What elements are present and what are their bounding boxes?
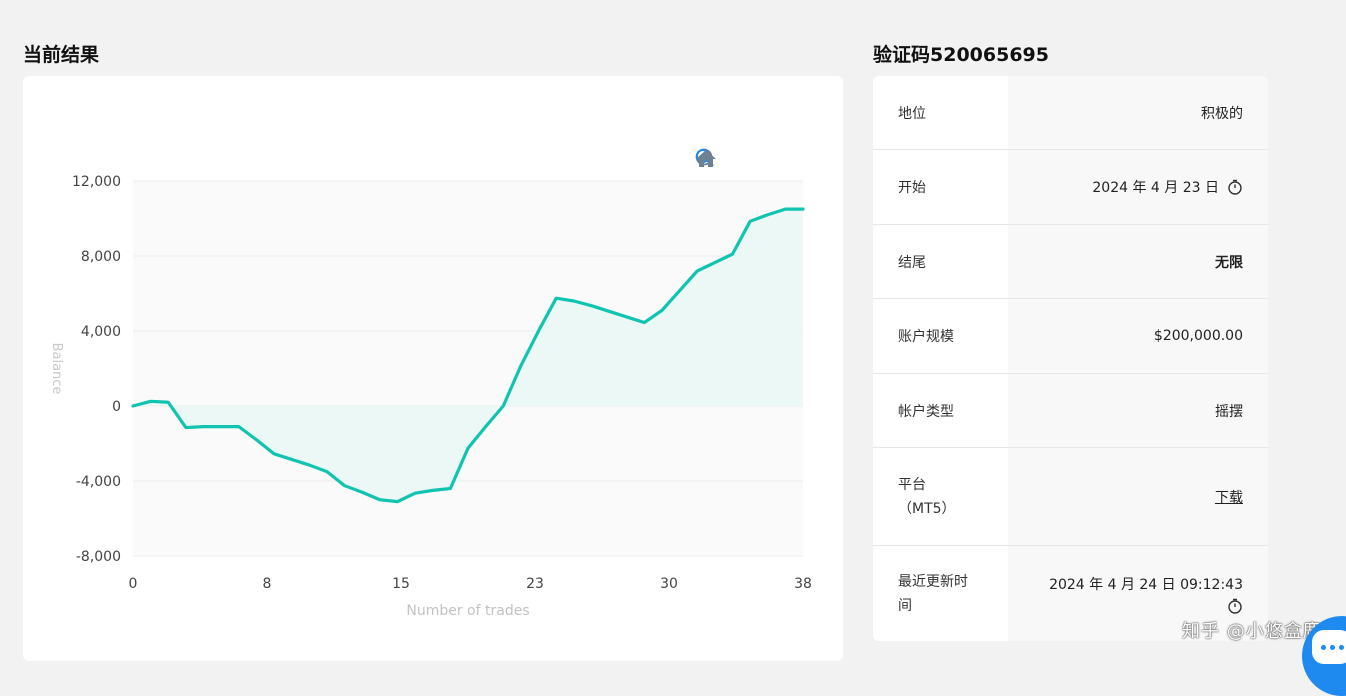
verification-code-title: 验证码520065695 <box>873 44 1049 66</box>
magnifier-zoom-icon[interactable] <box>696 148 767 168</box>
platform-label: 平台 （MT5） <box>873 448 1008 545</box>
current-result-title: 当前结果 <box>23 44 100 66</box>
end-label: 结尾 <box>873 225 1008 298</box>
info-row-end: 结尾 无限 <box>873 225 1268 299</box>
x-tick-label: 0 <box>129 576 138 592</box>
info-row-account-type: 帐户类型 摇摆 <box>873 374 1268 448</box>
x-tick-label: 30 <box>660 576 678 592</box>
info-row-status: 地位 积极的 <box>873 76 1268 150</box>
watermark: 知乎 @小悠盒鹿 <box>1182 621 1322 642</box>
download-link[interactable]: 下载 <box>1215 487 1243 507</box>
account-type-label: 帐户类型 <box>873 374 1008 447</box>
zoom-out-icon[interactable] <box>695 148 741 168</box>
last-update-label: 最近更新时 间 <box>873 546 1008 641</box>
y-axis-label: Balance <box>49 343 64 395</box>
end-value: 无限 <box>1008 225 1268 298</box>
account-type-value: 摇摆 <box>1008 374 1268 447</box>
y-tick-label: 12,000 <box>72 174 121 190</box>
account-size-label: 账户规模 <box>873 299 1008 373</box>
y-tick-label: 8,000 <box>81 249 121 265</box>
info-row-platform: 平台 （MT5） 下载 <box>873 448 1268 546</box>
x-tick-label: 38 <box>794 576 812 592</box>
timer-icon <box>1228 598 1242 614</box>
last-update-label-line2: 间 <box>898 597 912 614</box>
chart-toolbar <box>695 148 793 168</box>
home-icon[interactable] <box>696 148 793 168</box>
platform-value: 下载 <box>1008 448 1268 545</box>
info-row-start: 开始 2024 年 4 月 23 日 <box>873 150 1268 225</box>
timer-icon <box>1228 179 1242 195</box>
start-label: 开始 <box>873 150 1008 224</box>
platform-label-line1: 平台 <box>898 476 926 493</box>
last-update-value: 2024 年 4 月 24 日 09:12:43 <box>1049 576 1243 593</box>
y-tick-label: 0 <box>112 399 121 415</box>
y-tick-label: -8,000 <box>76 549 121 565</box>
start-date: 2024 年 4 月 23 日 <box>1092 180 1219 196</box>
account-size-value: $200,000.00 <box>1008 299 1268 373</box>
x-tick-label: 23 <box>526 576 544 592</box>
x-axis-label: Number of trades <box>406 603 529 619</box>
start-value-wrap: 2024 年 4 月 23 日 <box>1008 150 1268 224</box>
chat-icon <box>1312 630 1346 664</box>
platform-label-line2: （MT5） <box>898 500 956 517</box>
y-tick-label: -4,000 <box>76 474 121 490</box>
last-update-label-line1: 最近更新时 <box>898 573 968 590</box>
account-info-card: 地位 积极的 开始 2024 年 4 月 23 日 结尾 无限 账户规模 $20… <box>873 76 1268 641</box>
balance-chart-card: 12,000 8,000 4,000 0 -4,000 -8,000 0 8 15 23 30 38 N… <box>23 76 843 661</box>
info-row-account-size: 账户规模 $200,000.00 <box>873 299 1268 374</box>
status-label: 地位 <box>873 76 1008 149</box>
x-tick-label: 15 <box>392 576 410 592</box>
status-value: 积极的 <box>1008 76 1268 149</box>
x-tick-label: 8 <box>263 576 272 592</box>
y-tick-label: 4,000 <box>81 324 121 340</box>
